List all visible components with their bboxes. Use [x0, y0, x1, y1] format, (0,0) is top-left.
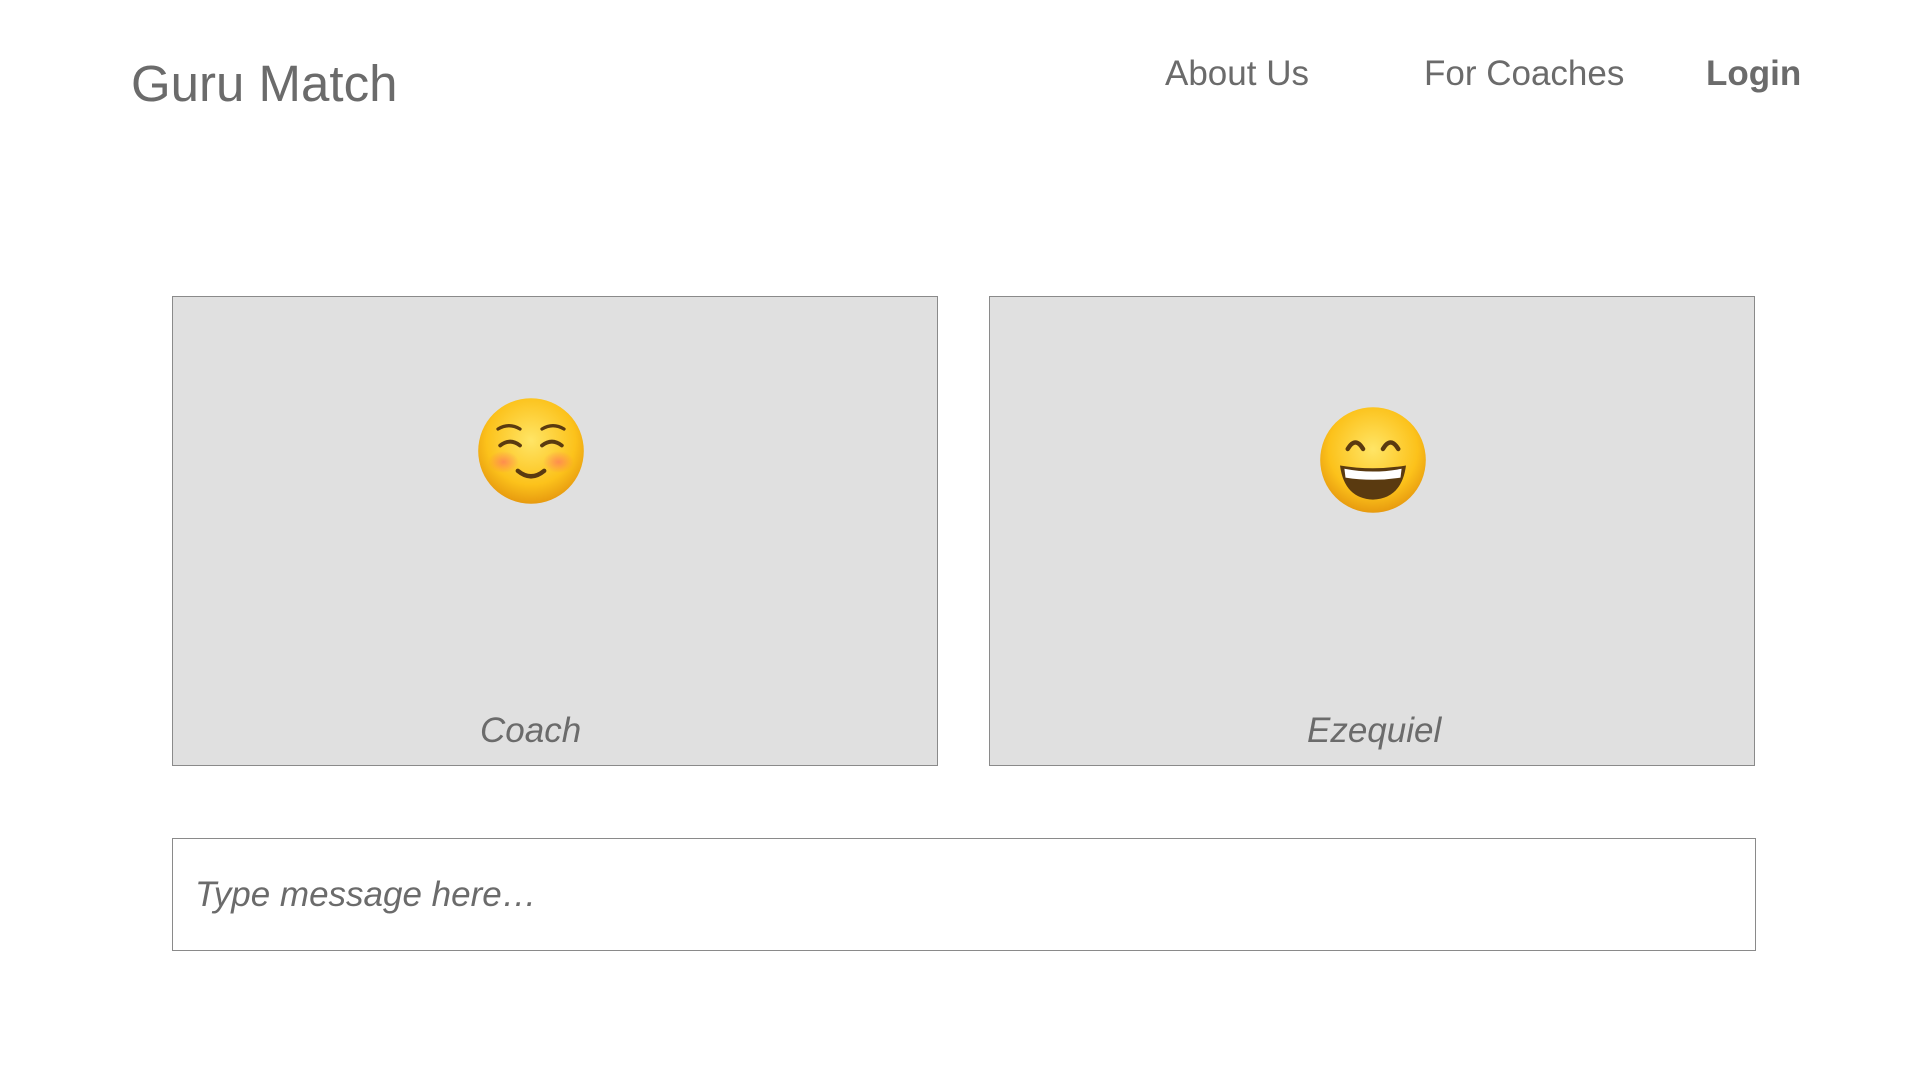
site-logo[interactable]: Guru Match — [131, 52, 397, 116]
app-root: Guru Match About Us For Coaches Login Co… — [0, 0, 1920, 1080]
smiling-face-svg — [478, 398, 584, 504]
grinning-face-svg — [1320, 407, 1426, 513]
message-input[interactable] — [173, 839, 1755, 950]
video-tile-coach: Coach — [172, 296, 938, 766]
video-tile-ezequiel: Ezequiel — [989, 296, 1755, 766]
participant-name-ezequiel: Ezequiel — [1307, 711, 1442, 750]
nav-about-us-link[interactable]: About Us — [1165, 52, 1309, 96]
nav-login-link[interactable]: Login — [1706, 52, 1801, 96]
message-box — [172, 838, 1756, 951]
grinning-face-icon — [1318, 405, 1428, 515]
smiling-face-icon — [476, 396, 586, 506]
participant-name-coach: Coach — [480, 711, 582, 750]
nav-for-coaches-link[interactable]: For Coaches — [1424, 52, 1624, 96]
